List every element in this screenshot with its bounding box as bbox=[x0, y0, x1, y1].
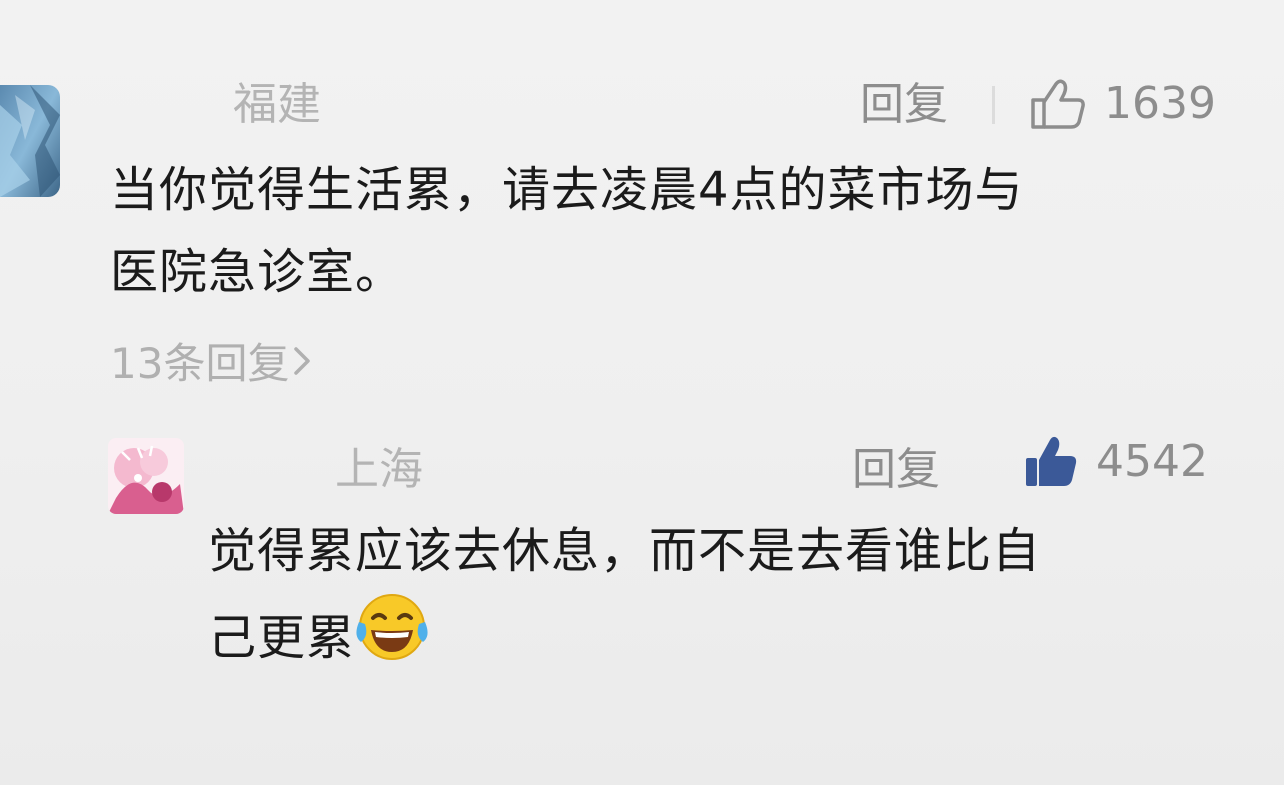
comment-text-line: 当你觉得生活累，请去凌晨4点的菜市场与 bbox=[110, 162, 1024, 218]
like-count: 4542 bbox=[1096, 436, 1208, 487]
user-avatar[interactable] bbox=[108, 438, 184, 514]
user-avatar[interactable] bbox=[0, 85, 60, 197]
action-divider bbox=[992, 86, 995, 124]
like-button[interactable]: 1639 bbox=[1030, 78, 1216, 130]
like-button[interactable]: 4542 bbox=[1024, 434, 1208, 490]
view-replies-link[interactable]: 13条回复 bbox=[110, 337, 311, 389]
thumbs-up-outline-icon bbox=[1031, 79, 1085, 129]
user-location: 上海 bbox=[335, 444, 423, 495]
comment-text-line-wrapper: 己更累 bbox=[208, 592, 1041, 687]
user-location: 福建 bbox=[233, 79, 321, 130]
comment-text-line: 觉得累应该去休息，而不是去看谁比自 bbox=[208, 523, 1042, 579]
chevron-right-icon bbox=[293, 337, 311, 387]
reply-item: 上海 回复 4542 觉得累应该去休息，而不是去看谁比自 己更累 bbox=[0, 410, 1284, 740]
comment-body: 觉得累应该去休息，而不是去看谁比自 己更累 bbox=[208, 510, 1041, 687]
like-count: 1639 bbox=[1104, 78, 1216, 129]
comment-text-line: 医院急诊室。 bbox=[110, 244, 405, 300]
comment-item: 福建 回复 1639 当你觉得生活累，请去凌晨4点的菜市场与 医院急诊室。 13… bbox=[0, 0, 1284, 400]
comment-body: 当你觉得生活累，请去凌晨4点的菜市场与 医院急诊室。 bbox=[110, 149, 1024, 313]
reply-button[interactable]: 回复 bbox=[852, 445, 940, 495]
replies-count-label: 13条回复 bbox=[110, 339, 290, 388]
reply-button[interactable]: 回复 bbox=[860, 80, 948, 130]
laughing-tears-emoji-icon bbox=[355, 592, 429, 687]
thumbs-up-filled-icon bbox=[1026, 436, 1077, 486]
comment-text-line: 己更累 bbox=[208, 610, 356, 666]
